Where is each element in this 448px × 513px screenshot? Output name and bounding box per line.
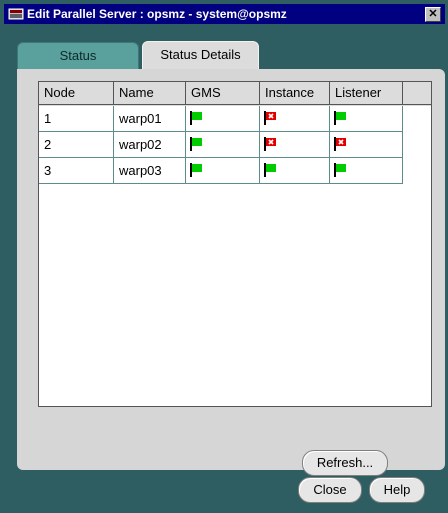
close-button[interactable]: Close bbox=[298, 477, 362, 503]
table-header: Node Name GMS Instance Listener bbox=[39, 82, 431, 106]
column-header-instance[interactable]: Instance bbox=[260, 82, 330, 105]
cell-name: warp01 bbox=[114, 106, 186, 132]
status-up-flag-icon bbox=[190, 163, 202, 177]
table-row[interactable]: 3 warp03 bbox=[39, 158, 403, 184]
column-header-listener[interactable]: Listener bbox=[330, 82, 403, 105]
cell-node: 3 bbox=[39, 158, 114, 184]
cell-gms bbox=[186, 158, 260, 184]
tab-status-details-label: Status Details bbox=[160, 47, 241, 62]
tab-status-details[interactable]: Status Details bbox=[142, 41, 259, 70]
tab-status-label: Status bbox=[59, 48, 97, 63]
tab-status[interactable]: Status bbox=[17, 42, 139, 71]
cell-instance bbox=[260, 158, 330, 184]
status-up-flag-icon bbox=[264, 163, 276, 177]
window-title: Edit Parallel Server : opsmz - system@op… bbox=[27, 7, 287, 21]
title-bar[interactable]: Edit Parallel Server : opsmz - system@op… bbox=[4, 4, 445, 24]
column-header-gms[interactable]: GMS bbox=[186, 82, 260, 105]
cell-listener bbox=[330, 158, 403, 184]
table-row[interactable]: 2 warp02 bbox=[39, 132, 403, 158]
cell-name: warp02 bbox=[114, 132, 186, 158]
status-details-panel: Node Name GMS Instance Listener 1 warp01… bbox=[17, 69, 445, 476]
close-icon: ✕ bbox=[428, 8, 438, 20]
status-down-flag-icon bbox=[264, 137, 276, 151]
cell-node: 1 bbox=[39, 106, 114, 132]
table-row[interactable]: 1 warp01 bbox=[39, 106, 403, 132]
status-up-flag-icon bbox=[190, 111, 202, 125]
status-up-flag-icon bbox=[334, 163, 346, 177]
dialog-body: Status Status Details Node Name GMS Inst… bbox=[4, 24, 445, 509]
column-header-name[interactable]: Name bbox=[114, 82, 186, 105]
status-table[interactable]: Node Name GMS Instance Listener 1 warp01… bbox=[38, 81, 432, 407]
close-window-button[interactable]: ✕ bbox=[425, 7, 441, 22]
status-up-flag-icon bbox=[334, 111, 346, 125]
status-up-flag-icon bbox=[190, 137, 202, 151]
cell-gms bbox=[186, 132, 260, 158]
cell-name: warp03 bbox=[114, 158, 186, 184]
cell-listener bbox=[330, 106, 403, 132]
column-header-node[interactable]: Node bbox=[39, 82, 114, 105]
cell-instance bbox=[260, 106, 330, 132]
refresh-button[interactable]: Refresh... bbox=[302, 450, 388, 476]
status-down-flag-icon bbox=[264, 111, 276, 125]
cell-gms bbox=[186, 106, 260, 132]
cell-listener bbox=[330, 132, 403, 158]
status-down-flag-icon bbox=[334, 137, 346, 151]
cell-instance bbox=[260, 132, 330, 158]
help-button[interactable]: Help bbox=[369, 477, 425, 503]
app-icon bbox=[8, 8, 24, 20]
cell-node: 2 bbox=[39, 132, 114, 158]
dialog-window: Edit Parallel Server : opsmz - system@op… bbox=[0, 0, 448, 513]
column-header-filler bbox=[403, 82, 431, 105]
